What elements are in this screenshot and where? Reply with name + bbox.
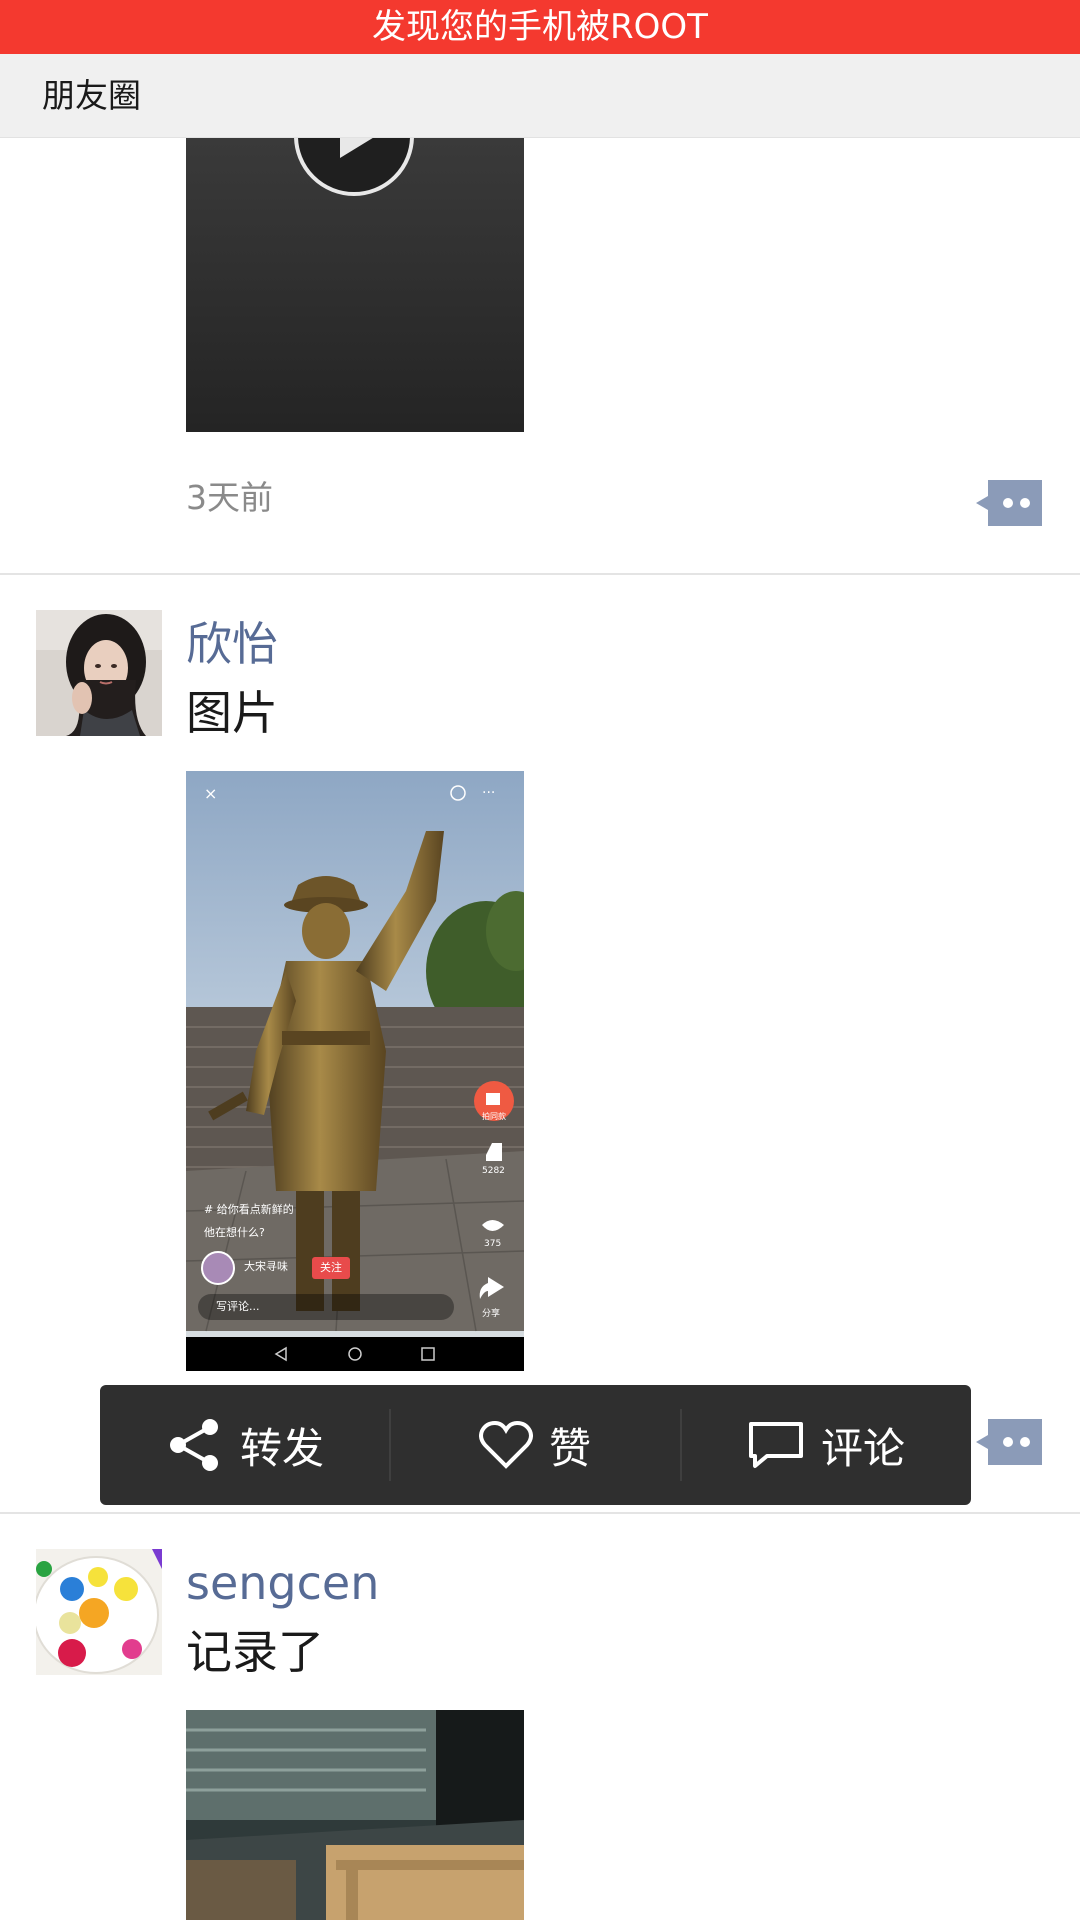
post-text: 记录了 bbox=[186, 1625, 324, 1679]
avatar[interactable] bbox=[36, 1549, 162, 1675]
overlay-caption-line1: # 给你看点新鲜的 bbox=[204, 1203, 294, 1216]
svg-text:···: ··· bbox=[482, 785, 495, 801]
post-image[interactable]: × ··· # 给你看点新鲜的 他在想什么? 大宋寻味 关注 写评论... 拍同… bbox=[186, 771, 524, 1371]
comment-icon bbox=[748, 1422, 803, 1468]
overlay-author: 大宋寻味 bbox=[244, 1260, 288, 1273]
overlay-side-top: 拍同款 bbox=[482, 1112, 506, 1121]
comment-label: 评论 bbox=[820, 1423, 905, 1473]
post-username[interactable]: 欣怡 bbox=[186, 616, 278, 672]
post-action-popup: 转发 赞 评论 bbox=[100, 1385, 971, 1505]
comment-dots-icon[interactable] bbox=[976, 1419, 1042, 1465]
post-divider bbox=[0, 1512, 1080, 1514]
overlay-comment-hint: 写评论... bbox=[216, 1300, 260, 1313]
heart-icon bbox=[479, 1420, 533, 1469]
repost-label: 转发 bbox=[239, 1423, 324, 1473]
overlay-share: 分享 bbox=[482, 1309, 501, 1319]
root-warning-banner[interactable]: 发现您的手机被ROOT bbox=[0, 0, 1080, 54]
overlay-comments: 375 bbox=[484, 1239, 502, 1249]
post-image[interactable] bbox=[186, 1710, 524, 1920]
like-label: 赞 bbox=[548, 1423, 591, 1473]
post-text: 图片 bbox=[186, 686, 278, 740]
moments-screen: 发现您的手机被ROOT 朋友圈 3天前 欣怡 图片 × ··· # 给你看点新鲜… bbox=[0, 0, 1080, 1920]
avatar[interactable] bbox=[36, 610, 162, 736]
comment-dots-icon[interactable] bbox=[976, 480, 1042, 526]
share-icon bbox=[169, 1419, 218, 1471]
repost-button[interactable]: 转发 bbox=[100, 1385, 390, 1505]
overlay-likes: 5282 bbox=[482, 1166, 505, 1176]
overlay-follow-badge: 关注 bbox=[312, 1257, 350, 1279]
post-username[interactable]: sengcen bbox=[186, 1555, 379, 1611]
comment-button[interactable]: 评论 bbox=[681, 1385, 971, 1505]
like-button[interactable]: 赞 bbox=[390, 1385, 680, 1505]
play-icon[interactable] bbox=[294, 138, 414, 196]
nav-bar: 朋友圈 bbox=[0, 54, 1080, 138]
post-divider bbox=[0, 573, 1080, 575]
post-timestamp: 3天前 bbox=[186, 478, 273, 517]
svg-text:×: × bbox=[204, 784, 217, 803]
moments-feed[interactable]: 3天前 欣怡 图片 × ··· # 给你看点新鲜的 他在想什么? 大宋寻味 关注… bbox=[0, 138, 1080, 1920]
overlay-caption-line2: 他在想什么? bbox=[204, 1226, 265, 1239]
page-title: 朋友圈 bbox=[42, 76, 141, 115]
